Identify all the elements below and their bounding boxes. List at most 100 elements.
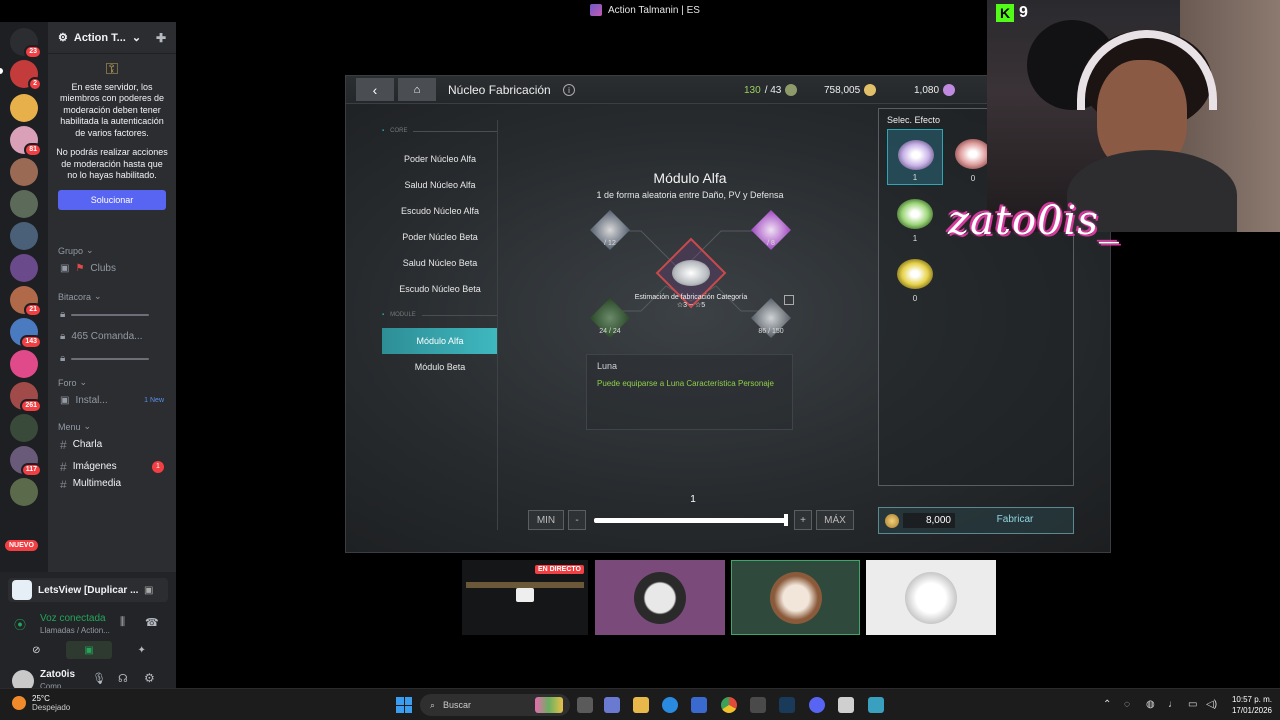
video-tile-user-speaking[interactable] — [731, 560, 860, 635]
craft-button[interactable]: 8,000 Fabricar — [878, 507, 1074, 534]
menu-item[interactable]: Salud Núcleo Alfa — [382, 172, 498, 198]
category-menu[interactable]: Menu ⌄ — [48, 420, 176, 434]
task-view-icon[interactable] — [577, 697, 593, 713]
activity-row[interactable]: LetsView [Duplicar ... ▣ — [8, 578, 168, 602]
tray-app-icon[interactable]: ◌ — [1124, 699, 1130, 710]
module-disc-icon[interactable] — [672, 260, 710, 286]
video-tile-user[interactable] — [866, 560, 996, 635]
slider-track[interactable] — [594, 518, 788, 523]
category-bitacora[interactable]: Bitacora ⌄ — [48, 290, 176, 304]
server-icon[interactable] — [10, 254, 38, 282]
home-button[interactable]: ⌂ — [398, 78, 436, 101]
category-grupo[interactable]: Grupo ⌄ — [48, 244, 176, 258]
menu-item-selected[interactable]: Módulo Alfa — [382, 328, 498, 354]
video-tile-stream[interactable]: EN DIRECTO — [462, 560, 588, 635]
server-icon[interactable]: 261 — [10, 382, 42, 413]
screen-icon[interactable]: ▣ — [144, 585, 153, 596]
headphones-icon[interactable]: ☊ — [118, 672, 128, 685]
menu-item[interactable]: Escudo Núcleo Beta — [382, 276, 498, 302]
server-icon[interactable]: 117 — [10, 446, 42, 477]
settings-icon[interactable]: ⚙ — [144, 671, 155, 685]
divider — [497, 120, 498, 530]
chevron-up-icon[interactable]: ⌃ — [1103, 699, 1111, 710]
min-button[interactable]: MIN — [528, 510, 564, 530]
info-icon[interactable]: i — [563, 84, 575, 96]
server-icon[interactable] — [10, 158, 38, 186]
add-member-icon[interactable]: ✚ — [156, 31, 166, 45]
activities-icon[interactable]: ✦ — [119, 641, 165, 659]
store-icon[interactable] — [691, 697, 707, 713]
server-icon[interactable] — [10, 478, 38, 506]
video-tile-user[interactable] — [595, 560, 725, 635]
server-icon[interactable] — [10, 414, 38, 442]
effect-option[interactable]: 0 — [887, 249, 943, 305]
server-icon[interactable]: 21 — [10, 286, 42, 317]
disconnect-icon[interactable]: ☎ — [145, 616, 159, 629]
chrome-icon[interactable] — [721, 697, 737, 713]
module-subtitle: 1 de forma aleatoria entre Daño, PV y De… — [596, 190, 784, 200]
voice-status[interactable]: Voz conectada — [40, 613, 106, 624]
unread-badge: 117 — [20, 463, 42, 477]
app-icon[interactable] — [838, 697, 854, 713]
app-icon[interactable] — [868, 697, 884, 713]
app-icon[interactable] — [604, 697, 620, 713]
craft-cost: 8,000 — [903, 513, 955, 528]
server-header[interactable]: ⚙ Action T... ⌄ ✚ — [48, 22, 176, 54]
channel-locked[interactable]: 🔒︎ — [48, 304, 176, 326]
server-icon[interactable] — [10, 94, 38, 122]
server-icon[interactable] — [10, 222, 38, 250]
steam-icon[interactable] — [779, 697, 795, 713]
tray-app-icon[interactable]: ◍ — [1146, 699, 1155, 710]
description-text: Puede equiparse a Luna Característica Pe… — [597, 379, 774, 388]
file-explorer-icon[interactable] — [633, 697, 649, 713]
edge-icon[interactable] — [662, 697, 678, 713]
start-button[interactable] — [396, 697, 412, 713]
voice-channel[interactable]: Llamadas / Action... — [40, 626, 110, 635]
menu-item[interactable]: Poder Núcleo Beta — [382, 224, 498, 250]
server-icon[interactable]: 2 — [10, 60, 42, 91]
discord-home-icon[interactable]: 23 — [10, 28, 42, 59]
server-icon[interactable]: 81 — [10, 126, 42, 157]
menu-item[interactable]: Módulo Beta — [382, 354, 498, 380]
noise-icon[interactable]: ⫼ — [120, 616, 125, 629]
menu-item[interactable]: Poder Núcleo Alfa — [382, 146, 498, 172]
back-button[interactable]: ‹ — [356, 78, 394, 101]
app-icon[interactable] — [750, 697, 766, 713]
server-icon[interactable] — [10, 350, 38, 378]
chevron-down-icon: ⌄ — [131, 32, 142, 44]
discord-icon[interactable] — [809, 697, 825, 713]
channel-clubs[interactable]: ▣ ⚑ Clubs — [48, 258, 176, 280]
menu-item[interactable]: Salud Núcleo Beta — [382, 250, 498, 276]
server-icon[interactable] — [10, 190, 38, 218]
channel-charla[interactable]: # Charla — [48, 434, 176, 456]
minus-button[interactable]: - — [568, 510, 586, 530]
max-button[interactable]: MÁX — [816, 510, 854, 530]
gem-icon[interactable] — [943, 84, 956, 96]
channel-locked[interactable]: 🔒︎ — [48, 348, 176, 370]
username[interactable]: Zato0is — [40, 669, 75, 680]
clock[interactable]: 10:57 p. m. 17/01/2026 — [1222, 694, 1272, 716]
volume-icon[interactable]: ◁) — [1206, 699, 1217, 710]
gold-coin-icon[interactable] — [864, 84, 877, 96]
checkbox[interactable] — [784, 295, 794, 305]
channel-instal[interactable]: ▣ Instal... 1 New — [48, 390, 176, 412]
channel-multimedia[interactable]: # Multimedia — [48, 478, 176, 488]
effect-option[interactable]: 1 — [887, 189, 943, 245]
plus-button[interactable]: + — [794, 510, 812, 530]
category-foro[interactable]: Foro ⌄ — [48, 376, 176, 390]
divider — [421, 314, 498, 316]
microphone-icon[interactable]: ♩ — [1168, 699, 1178, 710]
server-icon[interactable]: 143 — [10, 318, 42, 349]
network-icon[interactable]: ▭ — [1188, 699, 1197, 710]
slider-handle[interactable] — [784, 514, 788, 526]
menu-item[interactable]: Escudo Núcleo Alfa — [382, 198, 498, 224]
weather-widget[interactable]: 25°C Despejado — [12, 694, 70, 712]
screenshare-icon[interactable]: ▣ — [65, 641, 112, 659]
effect-option[interactable]: 1 — [887, 129, 943, 185]
channel-comanda[interactable]: 🔒︎ 465 Comanda... — [48, 326, 176, 348]
microphone-icon[interactable]: 🎙︎ — [92, 672, 106, 685]
energy-icon[interactable] — [785, 84, 798, 96]
channel-imagenes[interactable]: # Imágenes 1 — [48, 456, 176, 478]
camera-off-icon[interactable]: ⊘ — [13, 641, 59, 659]
fix-button[interactable]: Solucionar — [58, 189, 166, 210]
